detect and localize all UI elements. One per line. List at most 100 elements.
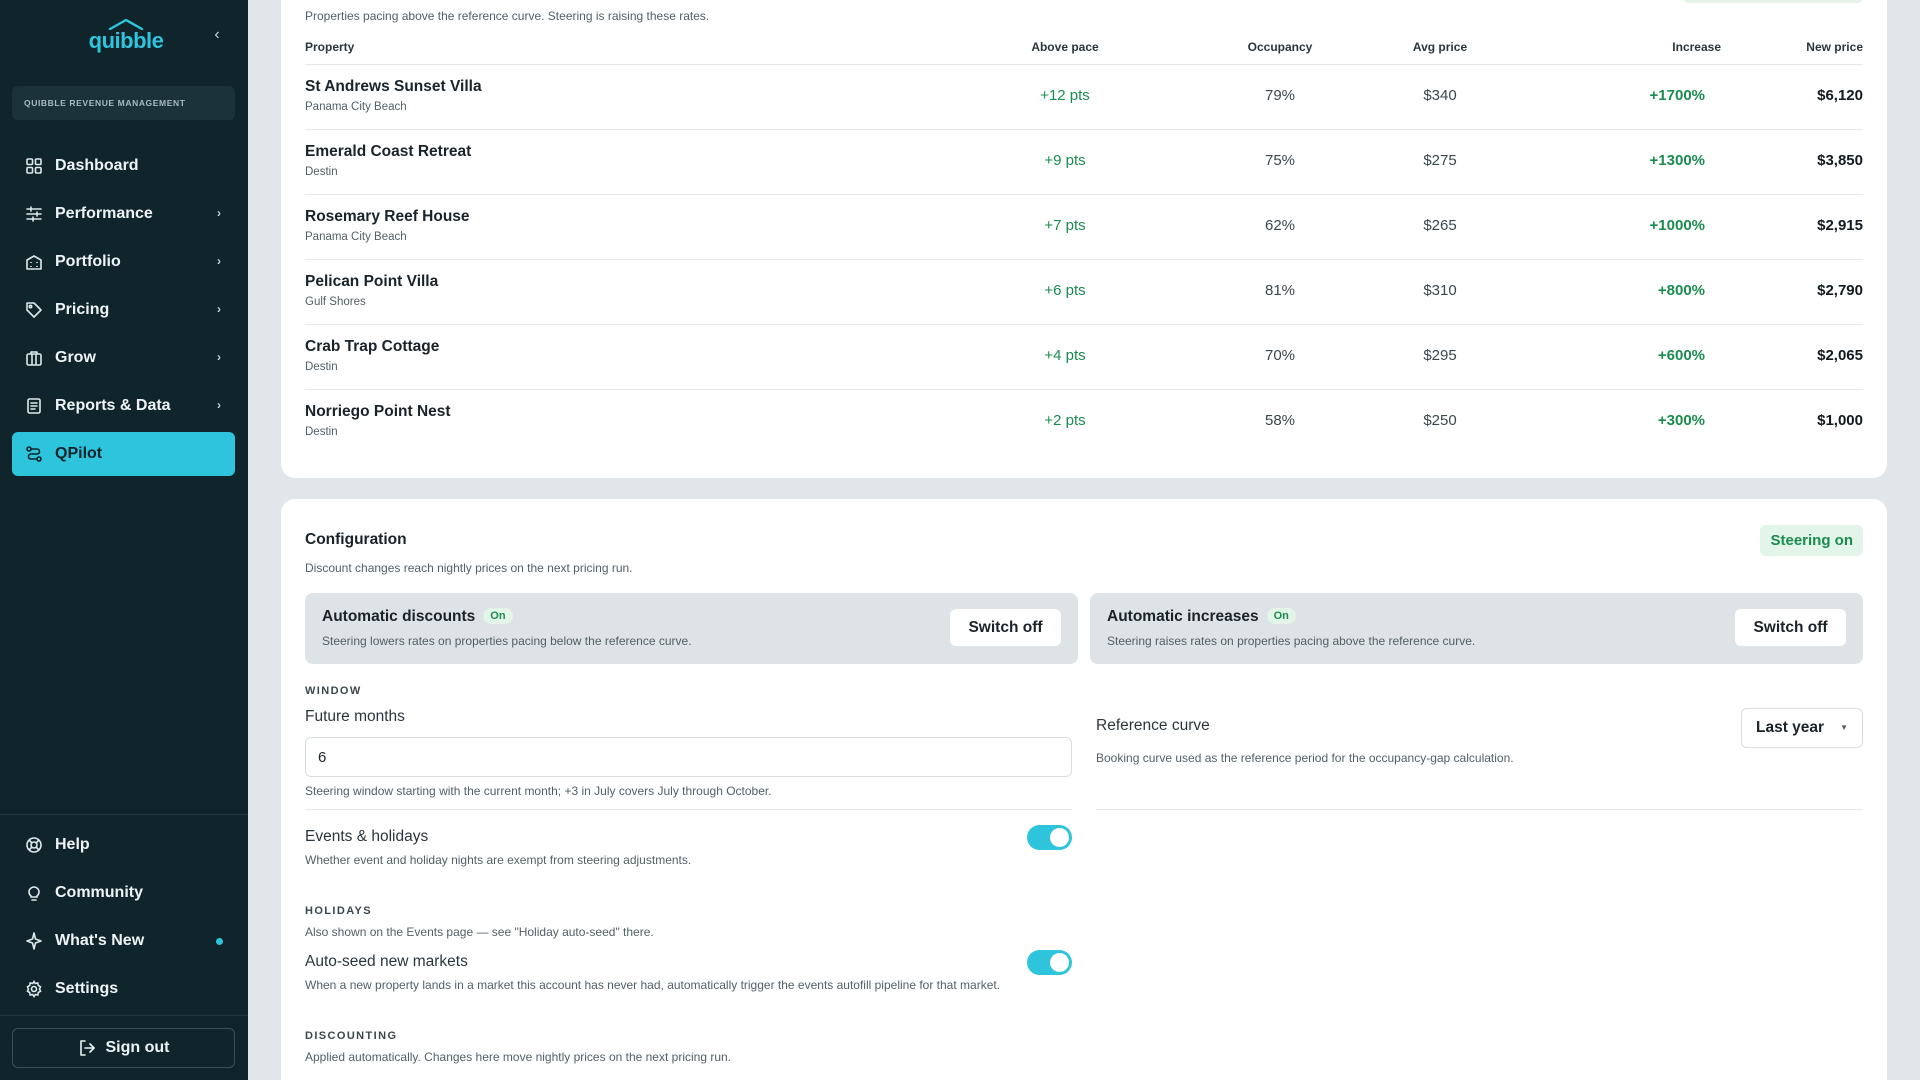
discounts-switch-off-button[interactable]: Switch off (950, 609, 1061, 646)
column-header-property[interactable]: Property (305, 40, 354, 54)
holidays-section-label: HOLIDAYS (305, 905, 373, 917)
column-header-above-pace[interactable]: Above pace (1005, 40, 1125, 54)
sidebar-item-label: Help (55, 836, 90, 853)
building-icon (24, 252, 44, 272)
column-header-avg-price[interactable]: Avg price (1380, 40, 1500, 54)
sidebar-divider (0, 1015, 248, 1016)
pacing-subtitle: Properties pacing above the reference cu… (305, 9, 710, 23)
table-row[interactable]: Emerald Coast Retreat Destin +9 pts 75% … (305, 130, 1863, 195)
table-row[interactable]: Norriego Point Nest Destin +2 pts 58% $2… (305, 390, 1863, 455)
sidebar-item-dashboard[interactable]: Dashboard (12, 144, 235, 188)
automatic-increases-label: Automatic increases (1107, 608, 1259, 625)
table-row[interactable]: Pelican Point Villa Gulf Shores +6 pts 8… (305, 260, 1863, 325)
column-header-increase[interactable]: Increase (1585, 40, 1721, 54)
sidebar: quibble ‹ QUIBBLE REVENUE MANAGEMENT Das… (0, 0, 248, 1080)
column-header-occupancy[interactable]: Occupancy (1220, 40, 1340, 54)
occupancy-value: 62% (1264, 217, 1296, 234)
window-section-label: WINDOW (305, 685, 362, 697)
sidebar-item-qpilot[interactable]: QPilot (12, 432, 235, 476)
property-name[interactable]: Rosemary Reef House (305, 208, 470, 226)
property-name[interactable]: St Andrews Sunset Villa (305, 78, 482, 96)
new-price-value: $2,065 (1817, 347, 1863, 364)
sidebar-item-whats-new[interactable]: What's New (12, 919, 235, 963)
property-name[interactable]: Emerald Coast Retreat (305, 143, 471, 161)
holidays-note: Also shown on the Events page — see "Hol… (305, 925, 654, 939)
quibble-logo[interactable]: quibble (86, 18, 166, 54)
events-holidays-help: Whether event and holiday nights are exe… (305, 853, 692, 867)
property-location: Destin (305, 166, 338, 178)
sidebar-item-help[interactable]: Help (12, 823, 235, 867)
new-price-value: $2,915 (1817, 217, 1863, 234)
card-badge (1683, 0, 1863, 3)
avg-price-value: $340 (1423, 87, 1457, 104)
secondary-nav: Help Community What's New Settings (12, 823, 235, 1015)
sidebar-item-label: Community (55, 884, 143, 901)
caret-down-icon: ▼ (1840, 723, 1848, 732)
logout-icon (78, 1039, 96, 1057)
automatic-discounts-panel: Automatic discounts On Steering lowers ra… (305, 593, 1078, 664)
sidebar-item-settings[interactable]: Settings (12, 967, 235, 1011)
new-price-value: $1,000 (1817, 412, 1863, 429)
sidebar-item-grow[interactable]: Grow › (12, 336, 235, 380)
chevron-right-icon: › (217, 302, 221, 316)
automatic-increases-title: Automatic increases On (1107, 608, 1296, 626)
reference-curve-label: Reference curve (1096, 717, 1210, 734)
reference-curve-help: Booking curve used as the reference peri… (1096, 751, 1514, 765)
auto-seed-toggle[interactable] (1027, 950, 1072, 975)
report-icon (24, 396, 44, 416)
table-row[interactable]: St Andrews Sunset Villa Panama City Beac… (305, 65, 1863, 130)
table-row[interactable]: Rosemary Reef House Panama City Beach +7… (305, 195, 1863, 260)
events-holidays-toggle[interactable] (1027, 825, 1072, 850)
sidebar-item-performance[interactable]: Performance › (12, 192, 235, 236)
events-holidays-label: Events & holidays (305, 828, 429, 845)
sidebar-item-label: Reports & Data (55, 397, 171, 414)
table-header: Property Above pace Occupancy Avg price … (305, 40, 1863, 65)
divider (1096, 809, 1863, 810)
new-indicator-dot (216, 938, 223, 945)
future-months-input[interactable] (305, 737, 1072, 777)
column-header-new-price[interactable]: New price (1723, 40, 1863, 54)
avg-price-value: $310 (1423, 282, 1457, 299)
avg-price-value: $250 (1423, 412, 1457, 429)
increase-value: +1000% (1649, 217, 1705, 234)
above-pace-value: +9 pts (1044, 152, 1086, 169)
reference-curve-value: Last year (1756, 719, 1825, 736)
property-name[interactable]: Crab Trap Cottage (305, 338, 439, 356)
sidebar-item-label: What's New (55, 932, 145, 949)
property-name[interactable]: Pelican Point Villa (305, 273, 438, 291)
future-months-label: Future months (305, 708, 405, 725)
increase-value: +1300% (1649, 152, 1705, 169)
occupancy-value: 75% (1264, 152, 1296, 169)
sliders-icon (24, 204, 44, 224)
increase-value: +1700% (1649, 87, 1705, 104)
above-pace-value: +2 pts (1044, 412, 1086, 429)
sign-out-button[interactable]: Sign out (12, 1028, 235, 1068)
increase-value: +800% (1657, 282, 1705, 299)
sidebar-item-pricing[interactable]: Pricing › (12, 288, 235, 332)
divider (305, 809, 1072, 810)
property-location: Destin (305, 426, 338, 438)
future-months-help: Steering window starting with the curren… (305, 784, 772, 798)
main-nav: Dashboard Performance › Portfolio › Pric… (12, 144, 235, 480)
chevron-right-icon: › (217, 206, 221, 220)
sidebar-item-portfolio[interactable]: Portfolio › (12, 240, 235, 284)
automatic-discounts-label: Automatic discounts (322, 608, 476, 625)
status-badge: On (1266, 608, 1296, 624)
property-name[interactable]: Norriego Point Nest (305, 403, 451, 421)
org-selector[interactable]: QUIBBLE REVENUE MANAGEMENT (12, 86, 235, 120)
collapse-sidebar-button[interactable]: ‹ (208, 26, 226, 44)
sidebar-item-label: Grow (55, 349, 96, 366)
sign-out-label: Sign out (105, 1039, 170, 1056)
auto-seed-help: When a new property lands in a market th… (305, 978, 1001, 992)
sidebar-item-reports[interactable]: Reports & Data › (12, 384, 235, 428)
toggle-knob (1050, 828, 1069, 847)
above-pace-value: +12 pts (1040, 87, 1090, 104)
reference-curve-select[interactable]: Last year ▼ (1741, 708, 1863, 748)
table-row[interactable]: Crab Trap Cottage Destin +4 pts 70% $295… (305, 325, 1863, 390)
sidebar-item-label: Pricing (55, 301, 110, 318)
configuration-title: Configuration (305, 531, 407, 548)
sidebar-item-label: Performance (55, 205, 153, 222)
above-pace-value: +4 pts (1044, 347, 1086, 364)
increases-switch-off-button[interactable]: Switch off (1735, 609, 1846, 646)
sidebar-item-community[interactable]: Community (12, 871, 235, 915)
